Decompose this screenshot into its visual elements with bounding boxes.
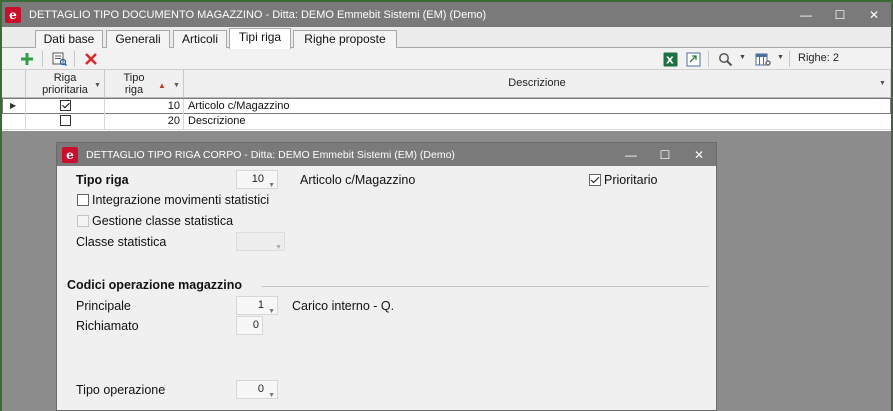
table-row[interactable]: 20 Descrizione [2,114,891,130]
codici-operazione-header: Codici operazione magazzino [67,278,243,292]
window-title: DETTAGLIO TIPO DOCUMENTO MAGAZZINO - Dit… [29,8,487,21]
tab-righe-proposte[interactable]: Righe proposte [293,30,397,48]
classe-statistica-select: ▼ [236,232,285,251]
group-divider [262,286,709,287]
checkbox-riga-prioritaria[interactable] [26,114,105,129]
excel-export-icon[interactable]: X [661,50,679,68]
row-pointer-icon: ▶ [3,99,26,114]
integrazione-movimenti-label: Integrazione movimenti statistici [92,193,270,207]
chevron-down-icon: ▼ [268,392,275,399]
tab-generali[interactable]: Generali [106,30,170,48]
tab-strip: Dati base Generali Articoli Tipi riga Ri… [2,27,891,49]
cell-descrizione: Articolo c/Magazzino [188,100,290,112]
sort-ascending-icon: ▲ [158,81,166,90]
svg-text:X: X [666,55,674,66]
tab-tipi-riga[interactable]: Tipi riga [229,28,291,49]
filter-dropdown-icon[interactable]: ▼ [94,80,101,92]
tipo-operazione-select[interactable]: 0 ▼ [236,380,278,399]
chevron-down-icon: ▼ [268,182,275,189]
column-header-riga-prioritaria[interactable]: Riga prioritaria ▼ [26,70,105,98]
cell-tipo-riga: 10 [105,99,184,114]
chevron-down-icon: ▼ [268,308,275,315]
search-dropdown-icon[interactable]: ▼ [739,54,746,61]
filter-dropdown-icon[interactable]: ▼ [173,80,180,92]
cell-tipo-riga: 20 [105,114,184,129]
dialog-maximize-button[interactable]: ☐ [648,143,682,166]
tab-dati-base[interactable]: Dati base [35,30,103,48]
gestione-classe-checkbox [77,215,89,227]
tipo-riga-select[interactable]: 10 ▼ [236,170,278,189]
table-row[interactable]: ▶ 10 Articolo c/Magazzino [2,98,891,114]
minimize-button[interactable]: — [789,2,823,27]
cell-descrizione: Descrizione [188,115,246,127]
dialog-title: DETTAGLIO TIPO RIGA CORPO - Ditta: DEMO … [86,148,455,161]
principale-select[interactable]: 1 ▼ [236,296,278,315]
filter-dropdown-icon[interactable]: ▼ [879,80,886,88]
integrazione-movimenti-checkbox[interactable] [77,194,89,206]
dialog-close-button[interactable]: ✕ [682,143,716,166]
tipi-riga-grid: Riga prioritaria ▼ Tipo riga ▲ ▼ Descriz… [2,70,891,131]
detail-view-icon[interactable] [50,50,68,68]
column-header-descrizione[interactable]: Descrizione ▼ [184,70,891,98]
grid-header: Riga prioritaria ▼ Tipo riga ▲ ▼ Descriz… [2,70,891,98]
add-icon[interactable] [18,50,36,68]
main-titlebar[interactable]: e DETTAGLIO TIPO DOCUMENTO MAGAZZINO - D… [2,2,891,27]
tab-articoli[interactable]: Articoli [173,30,227,48]
checkbox-riga-prioritaria[interactable] [26,99,105,114]
search-icon[interactable] [716,50,734,68]
classe-statistica-label: Classe statistica [76,235,167,249]
dialog-minimize-button[interactable]: — [614,143,648,166]
tipo-operazione-label: Tipo operazione [76,383,166,397]
export-icon[interactable] [684,50,702,68]
richiamato-field[interactable]: 0 [236,316,263,335]
tipo-riga-description: Articolo c/Magazzino [300,173,416,187]
close-button[interactable]: ✕ [857,2,891,27]
row-indicator-header [2,70,26,98]
dialog-titlebar[interactable]: e DETTAGLIO TIPO RIGA CORPO - Ditta: DEM… [57,143,716,166]
richiamato-label: Richiamato [76,319,139,333]
maximize-button[interactable]: ☐ [823,2,857,27]
gestione-classe-label: Gestione classe statistica [92,214,234,228]
tipo-riga-label: Tipo riga [76,173,129,187]
app-logo-icon: e [62,146,78,163]
column-header-tipo-riga[interactable]: Tipo riga ▲ ▼ [105,70,184,98]
chevron-down-icon: ▼ [275,244,282,251]
prioritario-checkbox[interactable] [589,174,601,186]
toolbar: X ▼ ▼ Righe: 2 [2,48,891,70]
prioritario-label: Prioritario [604,173,658,187]
columns-settings-icon[interactable] [754,50,772,68]
principale-description: Carico interno - Q. [292,299,395,313]
app-logo-icon: e [5,6,21,23]
delete-icon[interactable] [82,50,100,68]
columns-dropdown-icon[interactable]: ▼ [777,54,784,61]
principale-label: Principale [76,299,131,313]
row-count: Righe: 2 [798,52,839,64]
